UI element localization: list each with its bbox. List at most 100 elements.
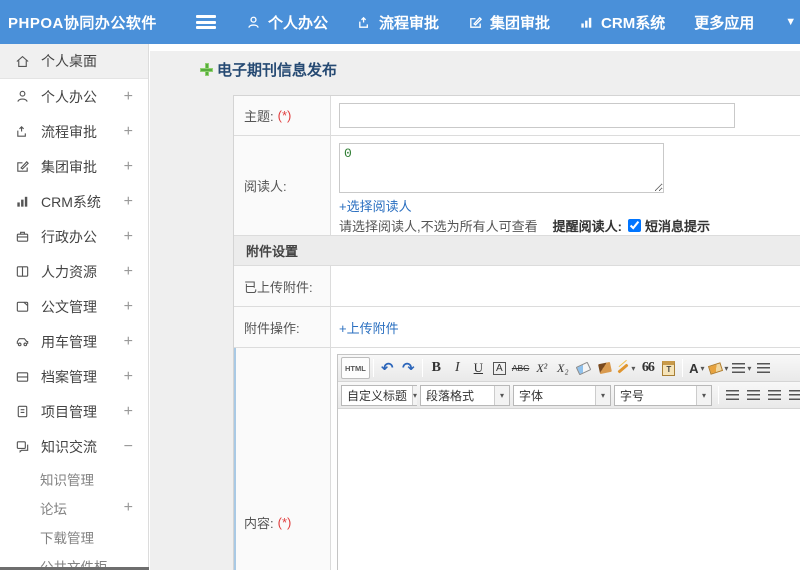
top-bar: PHPOA协同办公软件 个人办公 流程审批 集团审批 CRM系统 更多应用 ▼	[0, 0, 800, 44]
nav-more-apps[interactable]: 更多应用	[694, 12, 754, 33]
sidebar-item-knowledge-exchange[interactable]: 知识交流 −	[0, 429, 148, 464]
archive-icon	[16, 372, 29, 382]
sidebar-item-archive-mgmt[interactable]: 档案管理 +	[0, 359, 148, 394]
briefcase-icon	[16, 231, 29, 242]
highlighter-icon	[708, 361, 724, 375]
strikethrough-button[interactable]: ABC	[510, 357, 531, 379]
uploaded-attachments-label: 已上传附件:	[234, 266, 331, 306]
nav-group-approval[interactable]: 集团审批	[468, 12, 550, 33]
eraser-icon	[576, 361, 592, 375]
format-brush-button[interactable]	[594, 357, 615, 379]
eraser-button[interactable]	[573, 357, 594, 379]
autotypeset-button[interactable]: ▾	[615, 357, 637, 379]
subject-row: 主题: (*)	[234, 96, 800, 136]
chevron-down-icon: ▾	[595, 385, 610, 405]
document-icon	[16, 301, 29, 312]
sidebar-item-admin-office[interactable]: 行政办公 +	[0, 219, 148, 254]
editor-toolbar-row2: 自定义标题 ▾ 段落格式 ▾ 字体 ▾ 字号 ▾	[338, 382, 800, 409]
sidebar-item-personal-desktop[interactable]: 个人桌面	[0, 44, 148, 79]
rich-text-editor: HTML ↶ ↷ B I U A ABC X² X₂ ▾ 66 T A ▾ ▾ …	[337, 354, 800, 570]
redo-button[interactable]: ↷	[398, 357, 419, 379]
person-icon	[17, 90, 28, 102]
nav-workflow-approval[interactable]: 流程审批	[357, 12, 439, 33]
nav-personal-office[interactable]: 个人办公	[246, 12, 328, 33]
chart-icon	[17, 196, 28, 207]
align-center-button[interactable]	[743, 384, 764, 406]
font-family-select[interactable]: 字体 ▾	[513, 384, 611, 406]
sidebar-subitem-knowledge-mgmt[interactable]: 知识管理	[0, 464, 148, 493]
justify-icon	[789, 389, 800, 401]
ordered-list-button[interactable]: ▾	[730, 357, 753, 379]
underline-button[interactable]: U	[468, 357, 489, 379]
clipboard-icon: T	[662, 360, 676, 376]
justify-button[interactable]	[785, 384, 800, 406]
nav-crm[interactable]: CRM系统	[579, 12, 665, 33]
sidebar-item-workflow-approval[interactable]: 流程审批 +	[0, 114, 148, 149]
remind-readers-label: 提醒阅读人:	[552, 219, 622, 234]
attachment-action-label: 附件操作:	[234, 307, 331, 347]
subscript-button[interactable]: X₂	[552, 357, 573, 379]
more-apps-caret-icon[interactable]: ▼	[785, 16, 796, 28]
home-icon	[16, 55, 29, 67]
chart-icon	[581, 17, 592, 28]
content-top-band	[150, 44, 800, 51]
main-content: 电子期刊信息发布 主题: (*) 阅读人: 0 +选择阅读人 请选择阅读人,不选…	[150, 44, 800, 570]
sidebar-subitem-download-mgmt[interactable]: 下载管理	[0, 522, 148, 551]
heading-select[interactable]: 自定义标题 ▾	[341, 384, 418, 406]
select-readers-link[interactable]: +选择阅读人	[339, 199, 412, 214]
readers-row: 阅读人: 0 +选择阅读人 请选择阅读人,不选为所有人可查看 提醒阅读人: 短消…	[234, 136, 800, 236]
sidebar-item-crm[interactable]: CRM系统 +	[0, 184, 148, 219]
readers-textarea[interactable]: 0	[339, 143, 664, 193]
editor-content-area[interactable]	[338, 409, 800, 570]
sidebar-item-document-mgmt[interactable]: 公文管理 +	[0, 289, 148, 324]
magic-wand-icon	[617, 362, 629, 374]
uploaded-attachments-row: 已上传附件:	[234, 266, 800, 307]
readers-label: 阅读人:	[234, 136, 331, 235]
sidebar-item-project-mgmt[interactable]: 项目管理 +	[0, 394, 148, 429]
uploaded-attachments-value	[331, 266, 800, 306]
chevron-down-icon: ▾	[412, 385, 418, 405]
attachment-section-header: 附件设置	[234, 236, 800, 266]
sms-reminder-label: 短消息提示	[644, 219, 710, 234]
chevron-down-icon: ▾	[494, 385, 509, 405]
align-center-icon	[747, 389, 760, 401]
sidebar-item-personal-office[interactable]: 个人办公 +	[0, 79, 148, 114]
edit-icon	[470, 16, 483, 28]
align-left-icon	[726, 389, 739, 401]
italic-button[interactable]: I	[447, 357, 468, 379]
font-style-button[interactable]: A	[489, 357, 510, 379]
sidebar-item-hr[interactable]: 人力资源 +	[0, 254, 148, 289]
font-color-button[interactable]: A ▾	[686, 357, 707, 379]
project-icon	[17, 405, 28, 418]
flow-icon	[17, 126, 26, 137]
paragraph-format-select[interactable]: 段落格式 ▾	[420, 384, 510, 406]
top-nav: 个人办公 流程审批 集团审批 CRM系统 更多应用 ▼	[246, 12, 796, 33]
sidebar-item-group-approval[interactable]: 集团审批 +	[0, 149, 148, 184]
content-label: 内容: (*)	[234, 348, 331, 570]
publish-form: 主题: (*) 阅读人: 0 +选择阅读人 请选择阅读人,不选为所有人可查看 提…	[233, 95, 800, 570]
chevron-down-icon: ▾	[696, 385, 711, 405]
green-plus-icon	[200, 63, 213, 76]
chat-stack-icon	[16, 441, 29, 454]
html-source-button[interactable]: HTML	[341, 357, 370, 379]
paste-text-button[interactable]: T	[658, 357, 679, 379]
blockquote-button[interactable]: 66	[637, 357, 658, 379]
bold-button[interactable]: B	[426, 357, 447, 379]
sidebar-item-vehicle-mgmt[interactable]: 用车管理 +	[0, 324, 148, 359]
unordered-list-button[interactable]	[753, 357, 774, 379]
sidebar-subitem-forum[interactable]: 论坛 +	[0, 493, 148, 522]
car-icon	[16, 338, 29, 347]
font-size-select[interactable]: 字号 ▾	[614, 384, 712, 406]
superscript-button[interactable]: X²	[531, 357, 552, 379]
person-icon	[248, 16, 259, 28]
align-right-button[interactable]	[764, 384, 785, 406]
subject-input[interactable]	[339, 103, 735, 128]
undo-button[interactable]: ↶	[377, 357, 398, 379]
upload-attachment-link[interactable]: +上传附件	[339, 318, 399, 337]
content-row: 内容: (*) HTML ↶ ↷ B I U A ABC X² X₂ ▾ 66 …	[234, 348, 800, 570]
sms-reminder-checkbox[interactable]	[627, 219, 641, 232]
menu-icon[interactable]	[196, 15, 216, 29]
align-left-button[interactable]	[722, 384, 743, 406]
sidebar: 个人桌面 个人办公 + 流程审批 + 集团审批 + CRM系统 + 行政办公 +…	[0, 44, 149, 570]
highlight-button[interactable]: ▾	[707, 357, 730, 379]
